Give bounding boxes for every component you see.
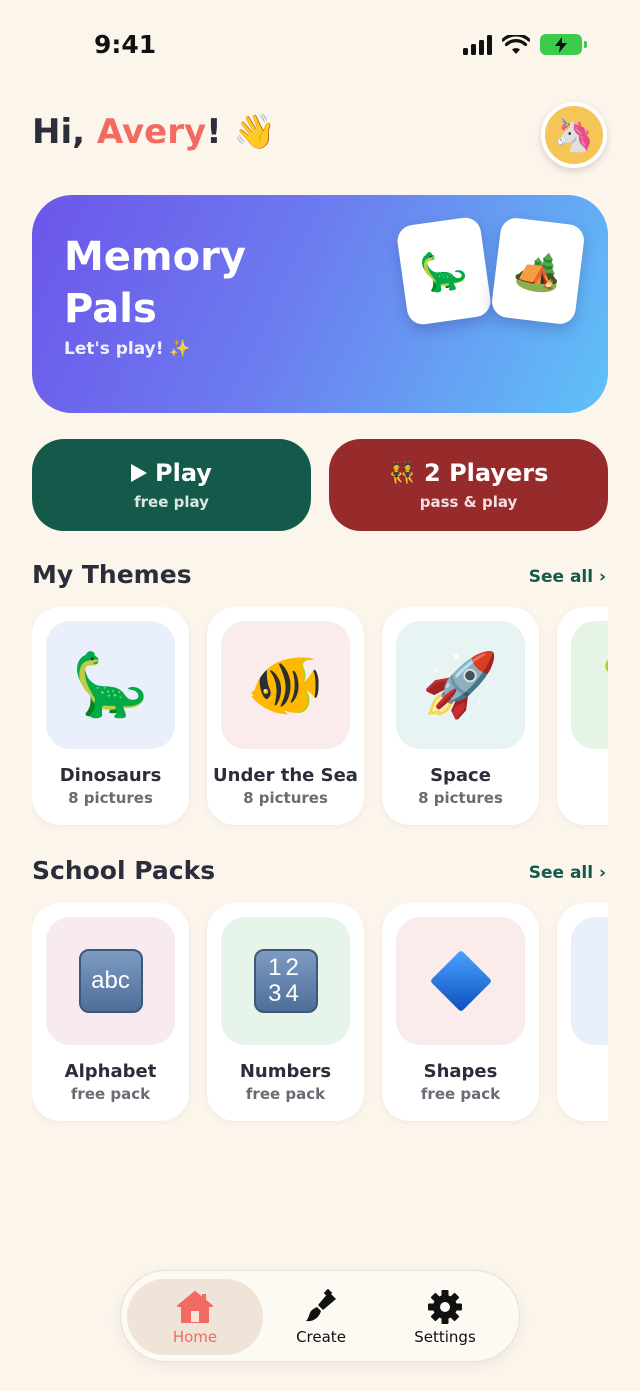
cellular-signal-icon xyxy=(463,34,492,55)
my-themes-see-all-link[interactable]: See all › xyxy=(529,567,606,587)
pack-card-partial[interactable]: Pr fr xyxy=(557,903,608,1121)
my-themes-title: My Themes xyxy=(32,560,192,589)
nav-settings[interactable]: Settings xyxy=(383,1279,507,1355)
theme-card-under-the-sea[interactable]: 🐠 Under the Sea 8 pictures xyxy=(207,607,364,825)
theme-name: Under the Sea xyxy=(213,765,358,786)
theme-art: 🚀 xyxy=(396,621,525,749)
pack-sub: free pack xyxy=(245,1085,326,1103)
two-people-icon: 👯 xyxy=(388,460,417,486)
school-packs-row[interactable]: abc Alphabet free pack 12 34 Numbers fre… xyxy=(32,903,608,1125)
pack-sub: free pack xyxy=(420,1085,501,1103)
hero-title: Memory Pals xyxy=(64,234,246,332)
greeting: Hi, Avery! 👋 xyxy=(32,112,276,152)
rocket-icon: 🚀 xyxy=(421,648,500,721)
theme-art: 🐛 xyxy=(571,621,608,749)
nav-home-label: Home xyxy=(172,1328,218,1346)
theme-card-dinosaurs[interactable]: 🦕 Dinosaurs 8 pictures xyxy=(32,607,189,825)
pack-card-numbers[interactable]: 12 34 Numbers free pack xyxy=(207,903,364,1121)
diamond-icon xyxy=(429,949,492,1013)
hero-card-dinosaur: 🦕 xyxy=(395,215,493,327)
play-icon xyxy=(131,464,148,482)
tent-icon: 🏕️ xyxy=(511,245,565,296)
theme-art: 🐠 xyxy=(221,621,350,749)
avatar-button[interactable]: 🦄 xyxy=(541,102,607,168)
tropical-fish-icon: 🐠 xyxy=(246,648,325,721)
pack-name: Shapes xyxy=(423,1061,498,1082)
two-players-button[interactable]: 👯 2 Players pass & play xyxy=(329,439,608,531)
numbers-icon-row-2: 34 xyxy=(268,980,303,1007)
theme-count: 16 xyxy=(557,789,608,807)
theme-count: 8 pictures xyxy=(68,789,153,807)
pack-card-alphabet[interactable]: abc Alphabet free pack xyxy=(32,903,189,1121)
caterpillar-icon: 🐛 xyxy=(597,648,608,722)
dinosaur-icon: 🦕 xyxy=(71,648,150,721)
unicorn-icon: 🦄 xyxy=(554,116,594,154)
status-icons xyxy=(463,34,587,55)
theme-card-space[interactable]: 🚀 Space 8 pictures xyxy=(382,607,539,825)
pack-sub: free pack xyxy=(70,1085,151,1103)
school-packs-title: School Packs xyxy=(32,856,216,885)
play-label: Play xyxy=(155,459,212,487)
greeting-suffix: ! 👋 xyxy=(206,112,276,152)
pack-name: Alphabet xyxy=(64,1061,157,1082)
theme-name: Dinosaurs xyxy=(59,765,162,786)
hero-card-camping: 🏕️ xyxy=(490,216,586,326)
theme-count: 8 pictures xyxy=(418,789,503,807)
paintbrush-icon xyxy=(306,1288,336,1322)
theme-name: Ca xyxy=(557,765,608,786)
play-button-main: Play xyxy=(131,459,212,487)
battery-charging-icon xyxy=(540,34,587,55)
theme-count: 8 pictures xyxy=(243,789,328,807)
pack-name: Numbers xyxy=(239,1061,332,1082)
pack-art: 12 34 xyxy=(221,917,350,1045)
status-bar: 9:41 xyxy=(0,0,640,90)
home-icon xyxy=(177,1291,213,1323)
user-name: Avery xyxy=(96,112,207,152)
theme-name: Space xyxy=(430,765,491,786)
pack-art: abc xyxy=(46,917,175,1045)
hero-subtitle: Let's play! ✨ xyxy=(64,339,191,359)
two-players-sub-label: pass & play xyxy=(419,493,518,511)
greeting-prefix: Hi, xyxy=(32,112,97,152)
hero-banner[interactable]: Memory Pals Let's play! ✨ 🦕 🏕️ xyxy=(32,195,608,413)
numbers-icon-row-1: 12 xyxy=(268,954,303,981)
bottom-nav: Home Create Settings xyxy=(120,1270,520,1362)
two-players-label: 2 Players xyxy=(424,459,549,487)
school-packs-see-all-link[interactable]: See all › xyxy=(529,863,606,883)
nav-settings-label: Settings xyxy=(414,1328,476,1346)
nav-create[interactable]: Create xyxy=(261,1279,381,1355)
two-players-main: 👯 2 Players xyxy=(389,459,549,487)
my-themes-row[interactable]: 🦕 Dinosaurs 8 pictures 🐠 Under the Sea 8… xyxy=(32,607,608,829)
play-sub-label: free play xyxy=(134,493,209,511)
nav-create-label: Create xyxy=(296,1328,346,1346)
numbers-icon: 12 34 xyxy=(253,949,318,1013)
pack-card-shapes[interactable]: Shapes free pack xyxy=(382,903,539,1121)
gear-icon xyxy=(428,1290,462,1324)
theme-art: 🦕 xyxy=(46,621,175,749)
nav-home[interactable]: Home xyxy=(127,1279,263,1355)
pack-name: Pr xyxy=(557,1061,608,1082)
wifi-icon xyxy=(502,34,530,54)
pack-art xyxy=(396,917,525,1045)
abc-icon: abc xyxy=(78,949,143,1013)
dinosaur-icon: 🦕 xyxy=(417,245,471,296)
status-time: 9:41 xyxy=(94,30,157,59)
pack-sub: fr xyxy=(557,1085,608,1103)
theme-card-partial[interactable]: 🐛 Ca 16 xyxy=(557,607,608,825)
play-button[interactable]: Play free play xyxy=(32,439,311,531)
pack-art xyxy=(571,917,608,1045)
